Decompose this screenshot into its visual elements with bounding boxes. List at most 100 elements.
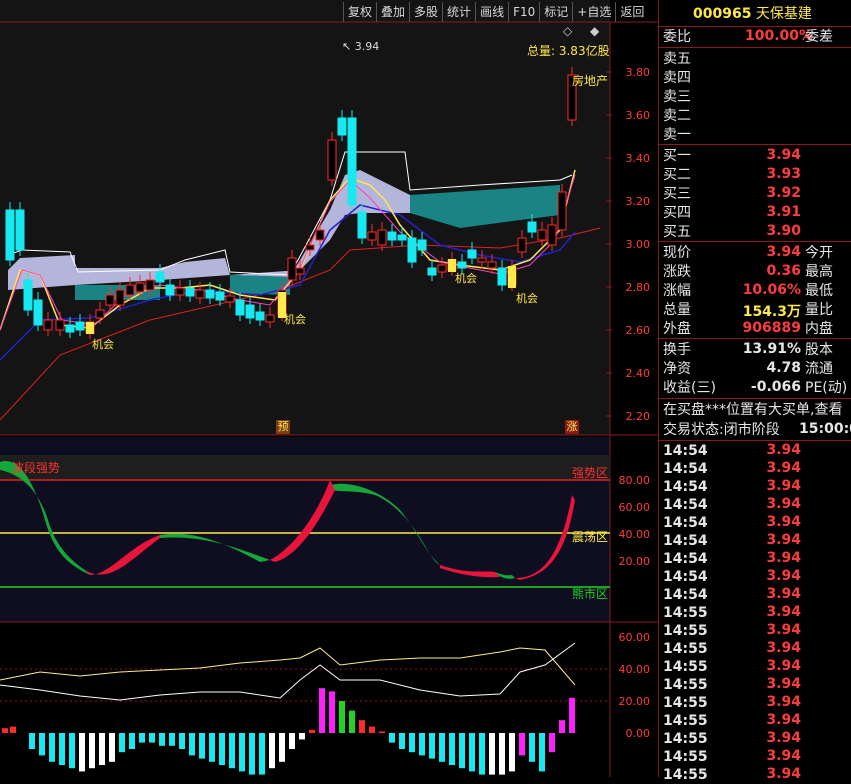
buy-level-label: 买三 — [663, 186, 691, 202]
tick-time: 14:54 — [663, 587, 708, 603]
price-tick-label: 3.60 — [626, 109, 651, 122]
diamond-icon[interactable]: ◇ — [563, 24, 572, 38]
candle — [547, 224, 557, 246]
histogram-bar — [159, 733, 165, 746]
histogram-bar — [169, 733, 175, 746]
fund-label: 收益(三) — [663, 380, 716, 396]
histogram-bar — [49, 733, 55, 762]
quote-label: 总量 — [663, 302, 691, 318]
candle — [75, 321, 85, 331]
candle — [287, 257, 297, 281]
histogram-bar — [189, 733, 195, 756]
stock-name: 天保基建 — [755, 6, 812, 22]
histogram-bar — [29, 733, 35, 749]
tick-time: 14:55 — [663, 695, 708, 711]
price-tick-label: 2.20 — [626, 410, 651, 423]
candle — [357, 211, 367, 239]
diamond-filled-icon[interactable]: ◆ — [590, 24, 599, 38]
candle — [467, 249, 477, 259]
histogram-bar — [439, 733, 445, 762]
ind2-tick-label: 60.00 — [619, 631, 651, 644]
signal-candle — [508, 266, 516, 288]
histogram-bar — [299, 733, 305, 740]
fund-right-label: PE(动) — [805, 380, 848, 396]
ind1-tick-label: 40.00 — [619, 528, 651, 541]
toolbar-button[interactable]: 复权 — [343, 2, 376, 22]
candle — [477, 257, 487, 263]
buy-level-price: 3.90 — [766, 223, 801, 239]
histogram-bar — [79, 733, 85, 772]
toolbar-button[interactable]: 返回 — [615, 2, 648, 22]
tick-time: 14:54 — [663, 551, 708, 567]
toolbar-button[interactable]: F10 — [508, 2, 539, 22]
buy-level-price: 3.92 — [766, 185, 801, 201]
histogram-bar — [219, 733, 225, 765]
tick-time: 14:54 — [663, 461, 708, 477]
candle — [205, 289, 215, 299]
histogram-bar — [459, 733, 465, 769]
candle — [305, 244, 315, 251]
toolbar-button[interactable]: +自选 — [572, 2, 615, 22]
histogram-bar — [469, 733, 475, 772]
tick-price: 3.94 — [766, 442, 801, 458]
sep — [659, 47, 851, 48]
status-label: 交易状态: — [663, 422, 724, 438]
candle — [347, 117, 357, 206]
weicha-label: 委差 — [805, 29, 833, 45]
tick-time: 14:54 — [663, 497, 708, 513]
quote-value: 10.06% — [742, 282, 801, 298]
histogram-bar — [249, 733, 255, 775]
toolbar-button[interactable]: 标记 — [539, 2, 572, 22]
sell-level-label: 卖四 — [663, 70, 691, 86]
candle — [387, 231, 397, 241]
price-tick-label: 3.80 — [626, 66, 651, 79]
histogram-bar — [199, 733, 205, 759]
status-value: 闭市阶段 — [723, 422, 780, 438]
candle — [417, 239, 427, 251]
weibi-value: 100.00% — [745, 28, 814, 44]
candle — [155, 271, 165, 283]
tick-time: 14:55 — [663, 605, 708, 621]
quote-value: 3.94 — [766, 244, 801, 260]
candle — [15, 209, 25, 251]
kline-chart[interactable]: 80.00 60.00 40.00 20.00 60.00 40.00 20.00 0.00… — [0, 0, 658, 777]
tick-time: 14:55 — [663, 623, 708, 639]
status-time: 15:00:0 — [799, 421, 851, 437]
candle — [557, 191, 567, 231]
sell-level-label: 卖二 — [663, 108, 691, 124]
candle — [537, 229, 547, 241]
toolbar-button[interactable]: 统计 — [442, 2, 475, 22]
tick-time: 14:55 — [663, 641, 708, 657]
price-tick-label: 3.20 — [626, 195, 651, 208]
buy-level-price: 3.91 — [766, 204, 801, 220]
tick-time: 14:55 — [663, 767, 708, 783]
price-tick-label: 2.40 — [626, 367, 651, 380]
buy-level-label: 买二 — [663, 167, 691, 183]
histogram-bar — [209, 733, 215, 762]
histogram-bar — [319, 688, 325, 733]
candle — [245, 304, 255, 319]
chart-toolbar: 复权 叠加 多股 统计 画线 F10 标记 +自选 返回 — [343, 2, 648, 22]
tick-price: 3.94 — [766, 676, 801, 692]
buy-level-label: 买一 — [663, 148, 691, 164]
candle — [517, 237, 527, 253]
tick-time: 14:54 — [663, 479, 708, 495]
candle — [327, 139, 337, 181]
fund-value: 4.78 — [766, 360, 801, 376]
histogram-bar — [399, 733, 405, 749]
toolbar-button[interactable]: 画线 — [475, 2, 508, 22]
chart-area[interactable]: 80.00 60.00 40.00 20.00 60.00 40.00 20.00 0.00… — [0, 0, 658, 777]
toolbar-button[interactable]: 叠加 — [376, 2, 409, 22]
sell-level-label: 卖三 — [663, 89, 691, 105]
tick-price: 3.94 — [766, 604, 801, 620]
histogram-bar — [269, 733, 275, 769]
quote-label: 外盘 — [663, 321, 691, 337]
candle — [65, 324, 75, 333]
toolbar-button[interactable]: 多股 — [409, 2, 442, 22]
notice-text[interactable]: 在买盘***位置有大买单,查看 — [663, 401, 851, 419]
ind1-tick-label: 20.00 — [619, 555, 651, 568]
candle — [397, 234, 407, 241]
candle — [265, 314, 275, 323]
quote-label: 涨幅 — [663, 283, 691, 299]
signal-candle — [86, 322, 94, 334]
